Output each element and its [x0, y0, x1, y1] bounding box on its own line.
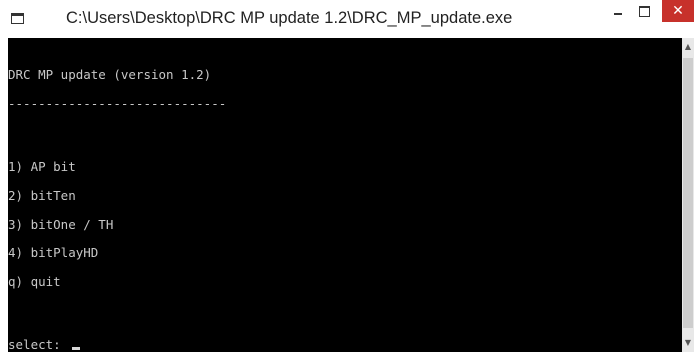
menu-option-quit: q) quit — [8, 274, 61, 290]
menu-option-4: 4) bitPlayHD — [8, 245, 99, 261]
window-title: C:\Users\Desktop\DRC MP update 1.2\DRC_M… — [66, 9, 513, 27]
close-button[interactable]: ✕ — [662, 0, 694, 22]
vertical-scrollbar[interactable]: ▲ ▼ — [682, 38, 694, 352]
scrollbar-thumb[interactable] — [683, 58, 693, 328]
window-frame-left — [0, 38, 8, 352]
close-icon: ✕ — [672, 3, 684, 19]
console-window-icon[interactable] — [11, 13, 24, 24]
scroll-up-arrow-icon[interactable]: ▲ — [682, 40, 694, 54]
maximize-icon — [638, 5, 650, 17]
select-prompt: select: — [8, 337, 69, 352]
console-separator: ----------------------------- — [8, 95, 227, 111]
console-text: DRC MP update (version 1.2) ------------… — [8, 51, 226, 352]
minimize-button[interactable] — [605, 0, 631, 22]
menu-option-1: 1) AP bit — [8, 158, 76, 174]
title-bar[interactable]: C:\Users\Desktop\DRC MP update 1.2\DRC_M… — [0, 0, 694, 38]
minimize-icon — [614, 13, 622, 15]
maximize-button[interactable] — [631, 0, 657, 22]
text-cursor — [72, 347, 81, 351]
menu-option-2: 2) bitTen — [8, 187, 76, 203]
console-output[interactable]: DRC MP update (version 1.2) ------------… — [8, 38, 682, 352]
console-header: DRC MP update (version 1.2) — [8, 67, 212, 83]
scroll-down-arrow-icon[interactable]: ▼ — [682, 336, 694, 350]
menu-option-3: 3) bitOne / TH — [8, 216, 114, 232]
console-prompt-line[interactable]: select: — [8, 337, 226, 352]
